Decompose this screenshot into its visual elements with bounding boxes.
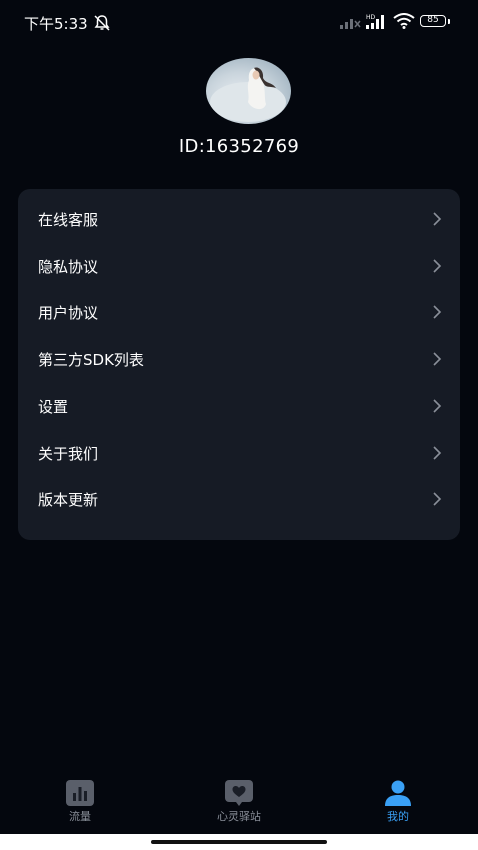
chevron-right-icon: [433, 352, 442, 366]
menu-item-label: 设置: [38, 398, 69, 416]
chevron-right-icon: [433, 492, 442, 506]
battery-tip: [448, 19, 450, 24]
status-time: 下午5:33: [24, 15, 88, 33]
chevron-right-icon: [433, 259, 442, 273]
person-icon: [385, 780, 411, 806]
menu-item-version-update[interactable]: 版本更新: [18, 476, 460, 522]
signal-strong-icon: HD: [366, 14, 384, 29]
signal-weak-icon: [340, 19, 361, 29]
profile-screen: 下午5:33 HD 85 ID:16352769 在线客服 隐私协议 用户协议 …: [0, 0, 478, 850]
tab-traffic[interactable]: 流量: [20, 770, 140, 834]
settings-menu: 在线客服 隐私协议 用户协议 第三方SDK列表 设置 关于我们 版本更新: [18, 189, 460, 540]
menu-item-user-agreement[interactable]: 用户协议: [18, 289, 460, 335]
network-hd-label: HD: [366, 14, 376, 21]
bell-muted-icon: [94, 15, 110, 31]
menu-item-privacy-policy[interactable]: 隐私协议: [18, 243, 460, 289]
bar-chart-icon: [66, 780, 94, 806]
bottom-tab-bar: 流量 心灵驿站 我的: [0, 770, 478, 834]
user-id: ID:16352769: [178, 136, 300, 157]
wifi-icon: [393, 13, 415, 29]
menu-item-label: 第三方SDK列表: [38, 351, 144, 369]
tab-label: 我的: [387, 810, 409, 823]
status-bar: 下午5:33 HD 85: [0, 0, 478, 46]
tab-soul-station[interactable]: 心灵驿站: [179, 770, 299, 834]
menu-item-label: 在线客服: [38, 211, 99, 229]
chevron-right-icon: [433, 446, 442, 460]
tab-label: 心灵驿站: [217, 810, 261, 823]
home-indicator[interactable]: [151, 840, 327, 844]
menu-item-customer-service[interactable]: 在线客服: [18, 196, 460, 242]
heart-icon: [225, 780, 253, 806]
tab-mine[interactable]: 我的: [338, 770, 458, 834]
menu-item-label: 关于我们: [38, 445, 99, 463]
menu-item-about-us[interactable]: 关于我们: [18, 430, 460, 476]
battery-level: 85: [420, 15, 446, 27]
menu-item-third-party-sdk[interactable]: 第三方SDK列表: [18, 336, 460, 382]
menu-item-label: 用户协议: [38, 304, 99, 322]
avatar[interactable]: [206, 58, 291, 124]
chevron-right-icon: [433, 305, 442, 319]
avatar-photo: [210, 67, 286, 122]
chevron-right-icon: [433, 399, 442, 413]
menu-item-settings[interactable]: 设置: [18, 383, 460, 429]
menu-item-label: 版本更新: [38, 491, 99, 509]
chevron-right-icon: [433, 212, 442, 226]
tab-label: 流量: [69, 810, 91, 823]
menu-item-label: 隐私协议: [38, 258, 99, 276]
